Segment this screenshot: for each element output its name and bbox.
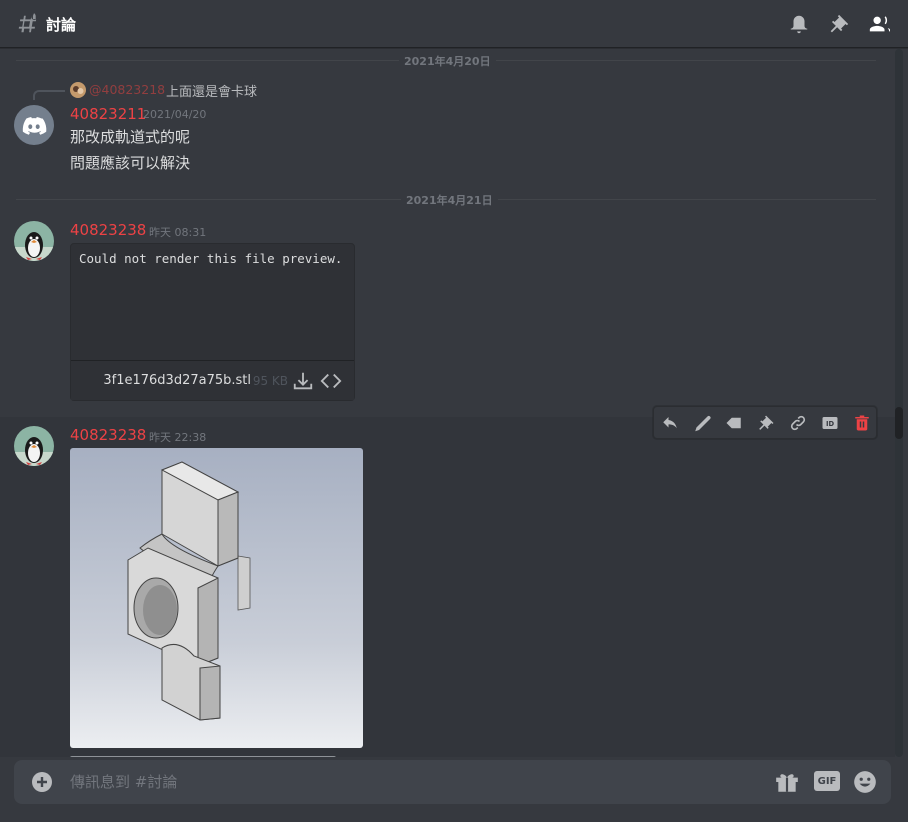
- members-icon[interactable]: [868, 13, 890, 35]
- gif-label: GIF: [817, 775, 837, 787]
- penguin-avatar-icon: [14, 426, 54, 466]
- message-list: 2021年4月20日 @40823218 上面還是會卡球 40823211 20…: [0, 49, 908, 757]
- reply-text[interactable]: 上面還是會卡球: [166, 81, 257, 100]
- gift-icon[interactable]: [774, 769, 800, 795]
- reply-icon: [663, 417, 677, 429]
- edit-icon: [695, 415, 711, 432]
- svg-text:ID: ID: [826, 420, 835, 428]
- edit-button[interactable]: [691, 412, 713, 434]
- timestamp: 昨天 08:31: [149, 226, 207, 239]
- channel-header: 討論: [0, 0, 908, 48]
- next-attachment-edge: [70, 756, 336, 757]
- hashtag-icon: [18, 13, 38, 33]
- cad-render-image: [70, 448, 363, 748]
- discord-logo-icon: [22, 117, 47, 135]
- scrollbar-track[interactable]: [895, 49, 903, 757]
- timestamp: 昨天 22:38: [149, 431, 207, 444]
- tag-icon: [726, 417, 741, 429]
- file-name[interactable]: 3f1e176d3d27a75b.stl: [103, 373, 251, 388]
- code-view-icon[interactable]: [319, 370, 343, 392]
- avatar[interactable]: [14, 426, 54, 466]
- delete-icon: [855, 415, 869, 431]
- bell-icon[interactable]: [788, 13, 810, 35]
- delete-button[interactable]: [851, 412, 873, 434]
- emoji-icon[interactable]: [852, 769, 878, 795]
- username[interactable]: 40823238: [70, 221, 146, 239]
- link-icon: [790, 415, 806, 431]
- image-attachment[interactable]: [70, 448, 363, 748]
- reply-mention[interactable]: @40823218: [89, 82, 165, 97]
- date-divider-label: 2021年4月21日: [401, 192, 498, 208]
- message-line: 那改成軌道式的呢: [70, 128, 191, 146]
- avatar[interactable]: [14, 105, 54, 145]
- file-size: 95 KB: [252, 374, 288, 388]
- message-line: 問題應該可以解決: [70, 154, 191, 172]
- message-composer: GIF: [14, 760, 891, 804]
- channel-name: 討論: [46, 16, 77, 34]
- username[interactable]: 40823211: [70, 105, 146, 123]
- tag-button[interactable]: [723, 412, 745, 434]
- username[interactable]: 40823238: [70, 426, 146, 444]
- avatar[interactable]: [14, 221, 54, 261]
- timestamp: 2021/04/20: [143, 108, 207, 121]
- plus-icon[interactable]: [30, 770, 54, 794]
- pin-icon[interactable]: [828, 13, 850, 35]
- id-icon: ID: [822, 417, 838, 429]
- date-divider-label: 2021年4月20日: [399, 53, 496, 69]
- copy-id-button[interactable]: ID: [819, 412, 841, 434]
- gif-button[interactable]: GIF: [814, 771, 840, 791]
- reply-avatar: [70, 82, 86, 98]
- pin-message-button[interactable]: [755, 412, 777, 434]
- pin-icon: [759, 415, 774, 430]
- message-input[interactable]: [70, 770, 730, 794]
- reply-connector: [33, 90, 65, 100]
- scrollbar-thumb[interactable]: [895, 407, 903, 439]
- file-attachment: Could not render this file preview. 3f1e…: [70, 243, 355, 401]
- copy-link-button[interactable]: [787, 412, 809, 434]
- file-preview-text: Could not render this file preview.: [79, 251, 343, 266]
- download-icon[interactable]: [292, 370, 314, 392]
- penguin-avatar-icon: [14, 221, 54, 261]
- message-actions-toolbar: ID: [653, 406, 877, 439]
- reply-button[interactable]: [659, 412, 681, 434]
- file-footer: 3f1e176d3d27a75b.stl 95 KB: [71, 360, 354, 400]
